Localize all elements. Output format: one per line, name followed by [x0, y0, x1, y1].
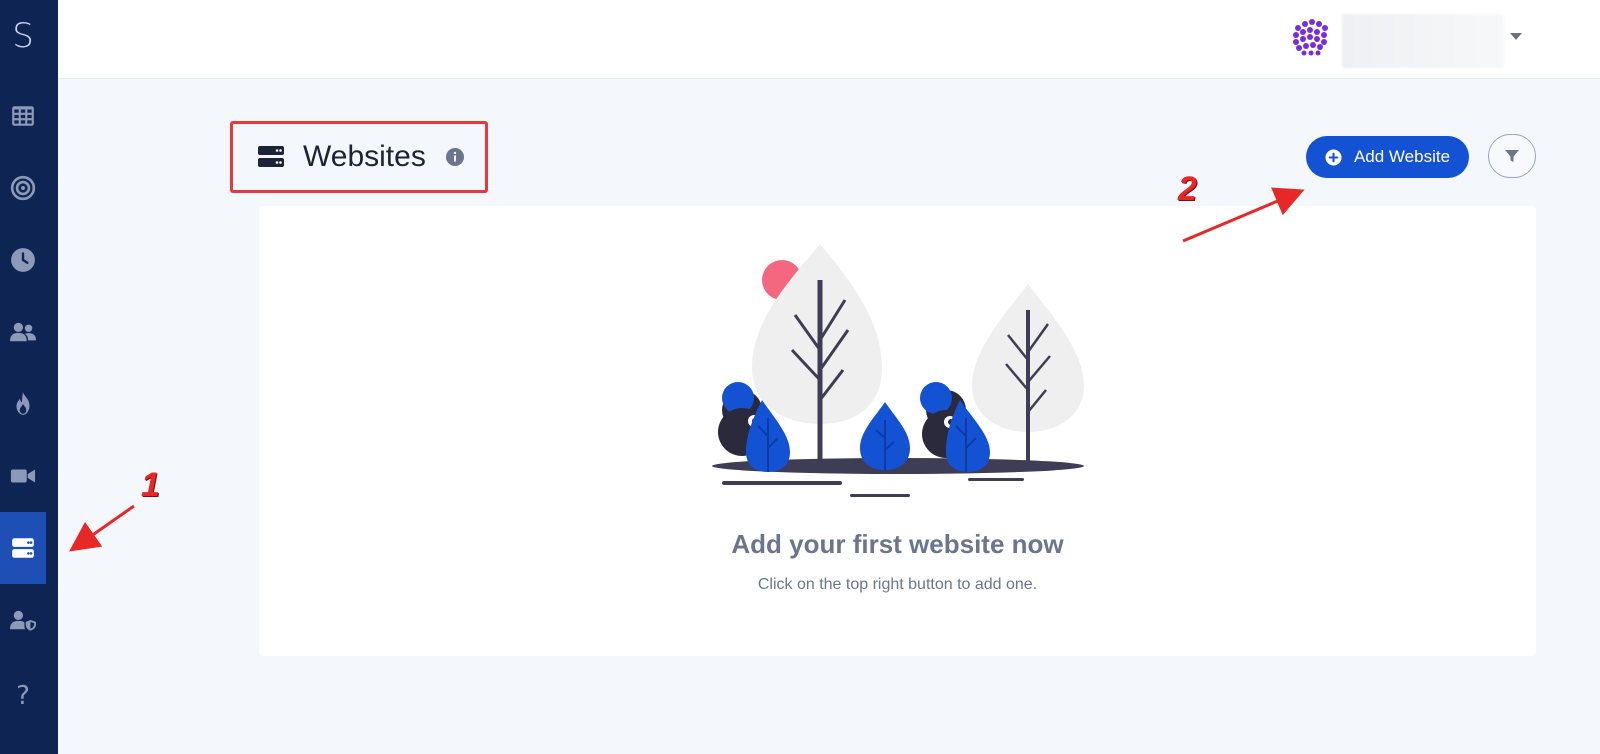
page-title: Websites [303, 140, 426, 173]
empty-state-subtitle: Click on the top right button to add one… [757, 576, 1038, 593]
annotation-number-2: 2 [1178, 170, 1197, 208]
clock-icon [11, 248, 35, 272]
video-icon [10, 469, 36, 483]
add-website-button[interactable]: Add Website [1306, 136, 1469, 178]
app-root: S ? Websites Add Website Add your first … [0, 0, 1600, 754]
plus-circle-icon [1325, 148, 1342, 166]
empty-state-illustration [712, 244, 1084, 497]
target-icon [10, 175, 36, 201]
sidebar-item-dashboard[interactable] [0, 80, 46, 152]
user-menu-caret-icon[interactable] [1510, 33, 1522, 40]
add-website-label: Add Website [1353, 147, 1451, 166]
sidebar-item-recordings[interactable] [0, 440, 46, 512]
sidebar-item-websites[interactable] [0, 512, 46, 584]
sidebar-item-history[interactable] [0, 224, 46, 296]
grid-icon [12, 106, 34, 126]
user-shield-icon [10, 610, 36, 631]
server-icon [12, 538, 34, 558]
empty-state-title: Add your first website now [731, 529, 1064, 559]
sidebar-item-heatmaps[interactable] [0, 368, 46, 440]
filter-button[interactable] [1488, 134, 1536, 178]
sidebar-item-goals[interactable] [0, 152, 46, 224]
app-logo[interactable]: S [0, 14, 46, 58]
info-icon[interactable] [446, 148, 464, 166]
filter-icon [1505, 150, 1519, 162]
users-icon [10, 322, 36, 342]
user-name-redacted[interactable] [1342, 14, 1504, 68]
server-icon [258, 146, 284, 167]
sidebar-item-help[interactable]: ? [0, 660, 46, 732]
user-avatar[interactable] [1290, 16, 1330, 56]
annotation-number-1: 1 [141, 466, 160, 504]
fire-icon [16, 392, 30, 415]
annotation-arrow-1 [69, 504, 135, 552]
sidebar: S ? [0, 0, 58, 754]
sidebar-item-privacy[interactable] [0, 584, 46, 656]
help-icon: ? [16, 681, 30, 711]
sidebar-item-team[interactable] [0, 296, 46, 368]
